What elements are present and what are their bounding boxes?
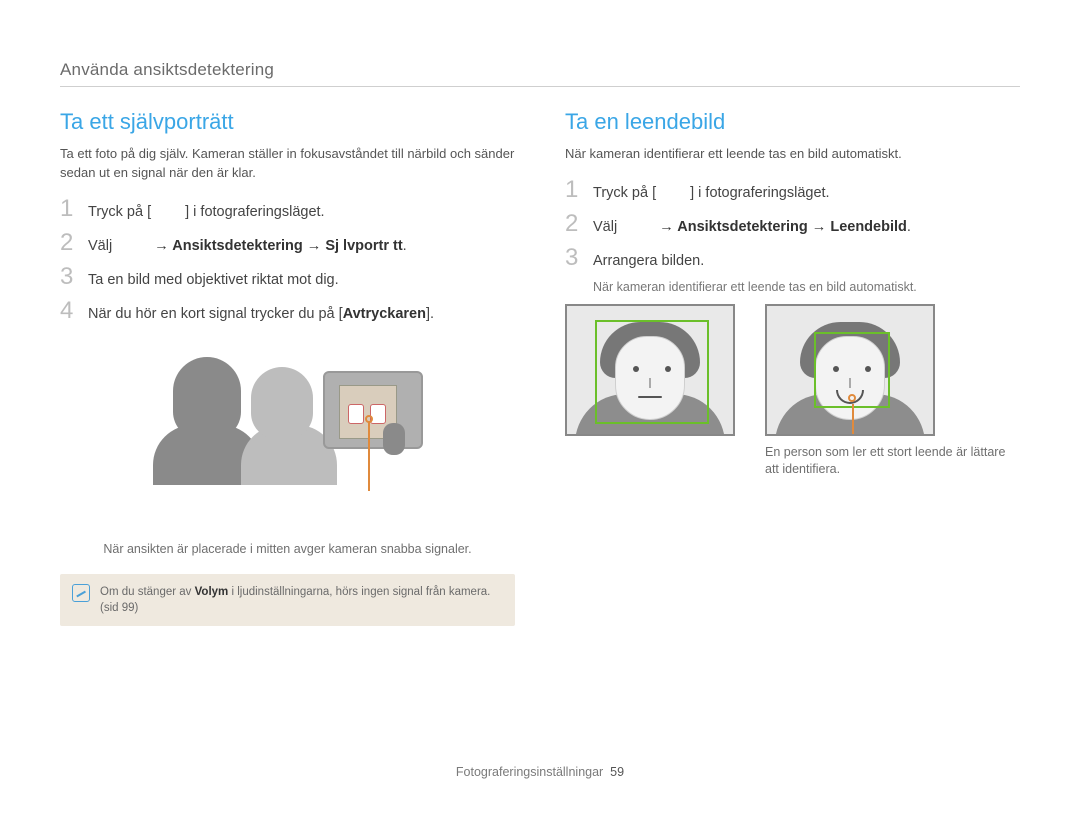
step-text: Arrangera bilden. [593,251,704,272]
selfie-graphic [123,335,453,535]
step-number: 3 [60,265,78,289]
step-number: 4 [60,299,78,323]
chapter-title: Använda ansiktsdetektering [60,60,1020,80]
callout-line-icon [368,421,370,491]
person-1-head [173,357,241,439]
menu-path: → Ansiktsdetektering → Leendebild [655,219,907,235]
left-column: Ta ett självporträtt Ta ett foto på dig … [60,109,515,626]
text: Välj [88,238,116,254]
text: Tryck på [ [593,185,656,201]
left-intro: Ta ett foto på dig själv. Kameran ställe… [60,145,515,183]
step-number: 3 [565,246,583,270]
right-steps: 1 Tryck på [ ] i fotograferingsläget. 2 V… [565,178,1020,272]
text: Om du stänger av [100,586,195,598]
step-2: 2 Välj → Ansiktsdetektering → Leendebild… [565,212,1020,238]
left-heading: Ta ett självporträtt [60,109,515,135]
smile-frame-neutral [565,304,735,479]
right-heading: Ta en leendebild [565,109,1020,135]
selfie-illustration: När ansikten är placerade i mitten avger… [60,335,515,559]
step-text: Välj → Ansiktsdetektering → Leendebild. [593,217,911,238]
divider [60,86,1020,87]
text: ] i fotograferingsläget. [690,185,829,201]
step-1: 1 Tryck på [ ] i fotograferingsläget. [60,197,515,223]
step-1: 1 Tryck på [ ] i fotograferingsläget. [565,178,1020,204]
menu-path: → Ansiktsdetektering → Sj lvportr tt [150,238,402,254]
hand-icon [383,423,405,455]
text: Tryck på [ [88,204,151,220]
callout-line-icon [852,404,854,436]
text: ] i fotograferingsläget. [185,204,324,220]
step-3: 3 Ta en bild med objektivet riktat mot d… [60,265,515,291]
note-text: Om du stänger av Volym i ljudinställning… [100,584,503,616]
step-2: 2 Välj → Ansiktsdetektering → Sj lvportr… [60,231,515,257]
step-text: Tryck på [ ] i fotograferingsläget. [88,202,325,223]
text: Välj [593,219,621,235]
two-columns: Ta ett självporträtt Ta ett foto på dig … [60,109,1020,626]
frame [565,304,735,436]
note-icon [72,584,90,602]
smile-illustration: En person som ler ett stort leende är lä… [565,304,1020,479]
shutter-label: Avtryckaren [343,306,426,322]
page-footer: Fotograferingsinställningar 59 [0,765,1080,779]
person-2-head [251,367,313,439]
step-3-note: När kameran identifierar ett leende tas … [593,280,1020,294]
mini-face-icon [348,404,364,424]
smile-frame-smiling: En person som ler ett stort leende är lä… [765,304,1020,479]
footer-section: Fotograferingsinställningar [456,765,603,779]
figure-caption: När ansikten är placerade i mitten avger… [60,541,515,559]
volume-label: Volym [195,586,229,598]
right-column: Ta en leendebild När kameran identifiera… [565,109,1020,626]
step-text: Välj → Ansiktsdetektering → Sj lvportr t… [88,236,407,257]
step-text: När du hör en kort signal trycker du på … [88,304,434,325]
text: . [403,238,407,254]
smile-row: En person som ler ett stort leende är lä… [565,304,1020,479]
note-box: Om du stänger av Volym i ljudinställning… [60,574,515,626]
step-text: Ta en bild med objektivet riktat mot dig… [88,270,339,291]
step-text: Tryck på [ ] i fotograferingsläget. [593,183,830,204]
step-4: 4 När du hör en kort signal trycker du p… [60,299,515,325]
text: . [907,219,911,235]
detect-box-icon [595,320,709,424]
step-3: 3 Arrangera bilden. [565,246,1020,272]
figure-caption: En person som ler ett stort leende är lä… [765,444,1020,479]
page: Använda ansiktsdetektering Ta ett självp… [0,0,1080,815]
step-number: 1 [565,178,583,202]
right-intro: När kameran identifierar ett leende tas … [565,145,1020,164]
frame [765,304,935,436]
text: När du hör en kort signal trycker du på … [88,306,343,322]
text: ]. [426,306,434,322]
left-steps: 1 Tryck på [ ] i fotograferingsläget. 2 V… [60,197,515,325]
callout-dot-icon [848,394,856,402]
step-number: 2 [60,231,78,255]
page-number: 59 [610,765,624,779]
camera-icon [323,371,423,449]
step-number: 2 [565,212,583,236]
step-number: 1 [60,197,78,221]
